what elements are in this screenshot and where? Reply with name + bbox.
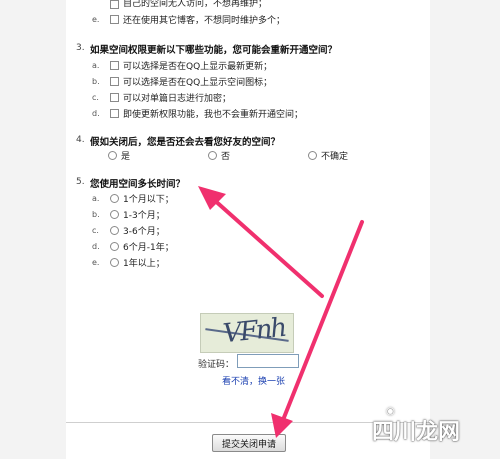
q3-option-c[interactable]: c. 可以对单篇日志进行加密； [92, 91, 231, 104]
captcha-refresh-link[interactable]: 看不清，换一张 [222, 374, 285, 387]
option-label: 6个月-1年； [123, 243, 174, 253]
question-title: 如果空间权限更新以下哪些功能，您可能会重新开通空间？ [90, 45, 338, 56]
checkbox[interactable] [110, 61, 119, 70]
q2-option-d[interactable]: 自己的空间无人访问，不想再维护； [92, 0, 267, 9]
captcha-image-text: VFnh [221, 313, 287, 350]
radio-button[interactable] [110, 242, 119, 251]
option-label: 否 [221, 152, 231, 162]
option-label: 可以选择是否在QQ上显示空间图标； [123, 78, 273, 88]
q3-option-b[interactable]: b. 可以选择是否在QQ上显示空间图标； [92, 75, 272, 88]
radio-button[interactable] [108, 151, 117, 160]
watermark-text: 四川龙网 [372, 420, 461, 445]
left-margin [0, 0, 67, 459]
q4-option-no[interactable]: 否 [208, 149, 230, 162]
radio-button[interactable] [110, 210, 119, 219]
q3-option-a[interactable]: a. 可以选择是否在QQ上显示最新更新； [92, 59, 272, 72]
option-label: 1-3个月； [123, 211, 165, 221]
q5-option-c[interactable]: c. 3-6个月； [92, 224, 165, 237]
page: 自己的空间无人访问，不想再维护； e. 还在使用其它博客，不想同时维护多个； 3.… [0, 0, 500, 459]
question-number: 5. [76, 177, 85, 187]
option-label: 1个月以下； [123, 195, 174, 205]
question-title: 假如关闭后，您是否还会去看您好友的空间？ [90, 137, 281, 148]
submit-close-request-button[interactable]: 提交关闭申请 [212, 434, 286, 452]
q5-option-d[interactable]: d. 6个月-1年； [92, 240, 174, 253]
q2-option-e[interactable]: e. 还在使用其它博客，不想同时维护多个； [92, 13, 285, 26]
captcha-code-input[interactable] [237, 354, 299, 368]
question-number: 3. [76, 43, 85, 53]
checkbox[interactable] [110, 77, 119, 86]
option-label: 可以对单篇日志进行加密； [123, 94, 232, 104]
q5-option-e[interactable]: e. 1年以上； [92, 256, 165, 269]
option-label: 3-6个月； [123, 227, 165, 237]
checkbox[interactable] [110, 109, 119, 118]
captcha-code-label: 验证码： [198, 360, 235, 370]
question-number: 4. [76, 135, 85, 145]
option-label: 是 [121, 152, 131, 162]
right-margin [429, 0, 500, 459]
radio-button[interactable] [208, 151, 217, 160]
radio-button[interactable] [110, 226, 119, 235]
question-title: 您使用空间多长时间？ [90, 179, 186, 190]
option-label: 不确定 [321, 152, 349, 162]
checkbox[interactable] [110, 0, 119, 9]
checkbox[interactable] [110, 15, 119, 24]
option-label: 可以选择是否在QQ上显示最新更新； [123, 62, 273, 72]
q4-option-yes[interactable]: 是 [108, 149, 130, 162]
option-label: 自己的空间无人访问，不想再维护； [123, 0, 268, 9]
q4-option-unsure[interactable]: 不确定 [308, 149, 348, 162]
radio-button[interactable] [110, 258, 119, 267]
checkbox[interactable] [110, 93, 119, 102]
radio-button[interactable] [110, 194, 119, 203]
captcha-image[interactable]: VFnh [200, 313, 294, 353]
option-label: 还在使用其它博客，不想同时维护多个； [123, 16, 286, 26]
q5-option-b[interactable]: b. 1-3个月； [92, 208, 165, 221]
q5-option-a[interactable]: a. 1个月以下； [92, 192, 174, 205]
radio-button[interactable] [308, 151, 317, 160]
option-label: 即使更新权限功能，我也不会重新开通空间； [123, 110, 304, 120]
option-label: 1年以上； [123, 259, 165, 269]
q3-option-d[interactable]: d. 即使更新权限功能，我也不会重新开通空间； [92, 107, 303, 120]
